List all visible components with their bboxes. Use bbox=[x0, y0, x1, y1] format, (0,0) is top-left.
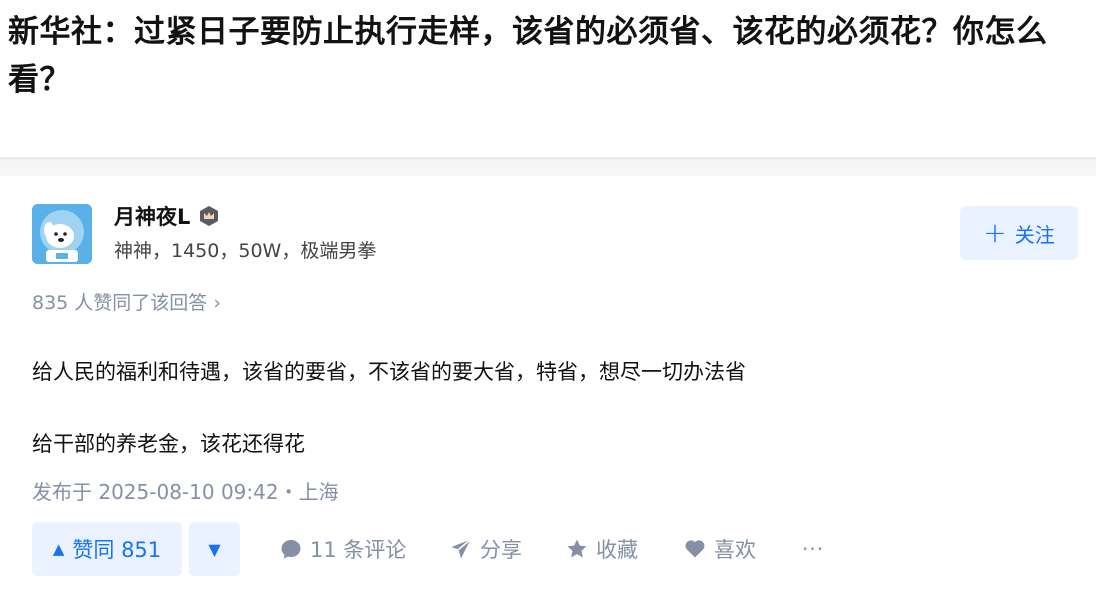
question-header: 新华社：过紧日子要防止执行走样，该省的必须省、该花的必须花？你怎么看？ bbox=[0, 0, 1096, 158]
crown-badge-icon[interactable] bbox=[198, 205, 220, 227]
star-icon bbox=[567, 539, 587, 558]
triangle-down-icon: ▼ bbox=[208, 539, 221, 559]
like-button[interactable]: 喜欢 bbox=[684, 522, 756, 576]
answer-paragraph: 给人民的福利和待遇，该省的要省，不该省的要大省，特省，想尽一切办法省 bbox=[32, 360, 746, 384]
author-avatar[interactable] bbox=[32, 204, 92, 264]
collect-button[interactable]: 收藏 bbox=[566, 522, 638, 576]
comments-button[interactable]: 11 条评论 bbox=[280, 522, 406, 576]
comment-bubble-icon bbox=[281, 540, 301, 559]
heart-icon bbox=[685, 540, 705, 558]
comments-label: 11 条评论 bbox=[310, 538, 407, 562]
vote-down-button[interactable]: ▼ bbox=[189, 522, 240, 576]
more-options-button[interactable]: ··· bbox=[802, 522, 824, 576]
collect-label: 收藏 bbox=[596, 538, 638, 562]
author-bio: 神神，1450，50W，极端男拳 bbox=[114, 240, 377, 262]
vote-up-label: 赞同 851 bbox=[72, 538, 162, 562]
voters-count-link[interactable]: 835 人赞同了该回答 › bbox=[32, 288, 221, 315]
follow-button[interactable]: + 关注 bbox=[960, 206, 1078, 260]
publish-time[interactable]: 发布于 2025-08-10 09:42・上海 bbox=[32, 476, 339, 505]
triangle-up-icon: ▲ bbox=[52, 540, 65, 558]
chevron-right-icon: › bbox=[213, 292, 221, 314]
more-dots-icon: ··· bbox=[802, 537, 825, 561]
share-label: 分享 bbox=[480, 538, 522, 562]
question-title[interactable]: 新华社：过紧日子要防止执行走样，该省的必须省、该花的必须花？你怎么看？ bbox=[8, 8, 1088, 104]
answer-card: 月神夜L 神神，1450，50W，极端男拳 + 关注 835 人赞同了该回答 › … bbox=[0, 176, 1096, 589]
author-name-row: 月神夜L bbox=[114, 202, 220, 230]
astronaut-dog-avatar-icon bbox=[32, 204, 92, 264]
follow-label: 关注 bbox=[1014, 222, 1055, 247]
share-button[interactable]: 分享 bbox=[450, 522, 522, 576]
author-name[interactable]: 月神夜L bbox=[114, 201, 190, 231]
voters-count-text: 835 人赞同了该回答 bbox=[32, 292, 208, 314]
vote-up-button[interactable]: ▲ 赞同 851 bbox=[32, 522, 182, 576]
like-label: 喜欢 bbox=[714, 538, 756, 562]
plus-icon: + bbox=[983, 216, 1007, 249]
paper-plane-icon bbox=[451, 538, 471, 559]
action-bar: ▲ 赞同 851 ▼ 11 条评论 分享 收藏 喜欢 ··· bbox=[32, 522, 1072, 576]
answer-paragraph: 给干部的养老金，该花还得花 bbox=[32, 432, 305, 456]
